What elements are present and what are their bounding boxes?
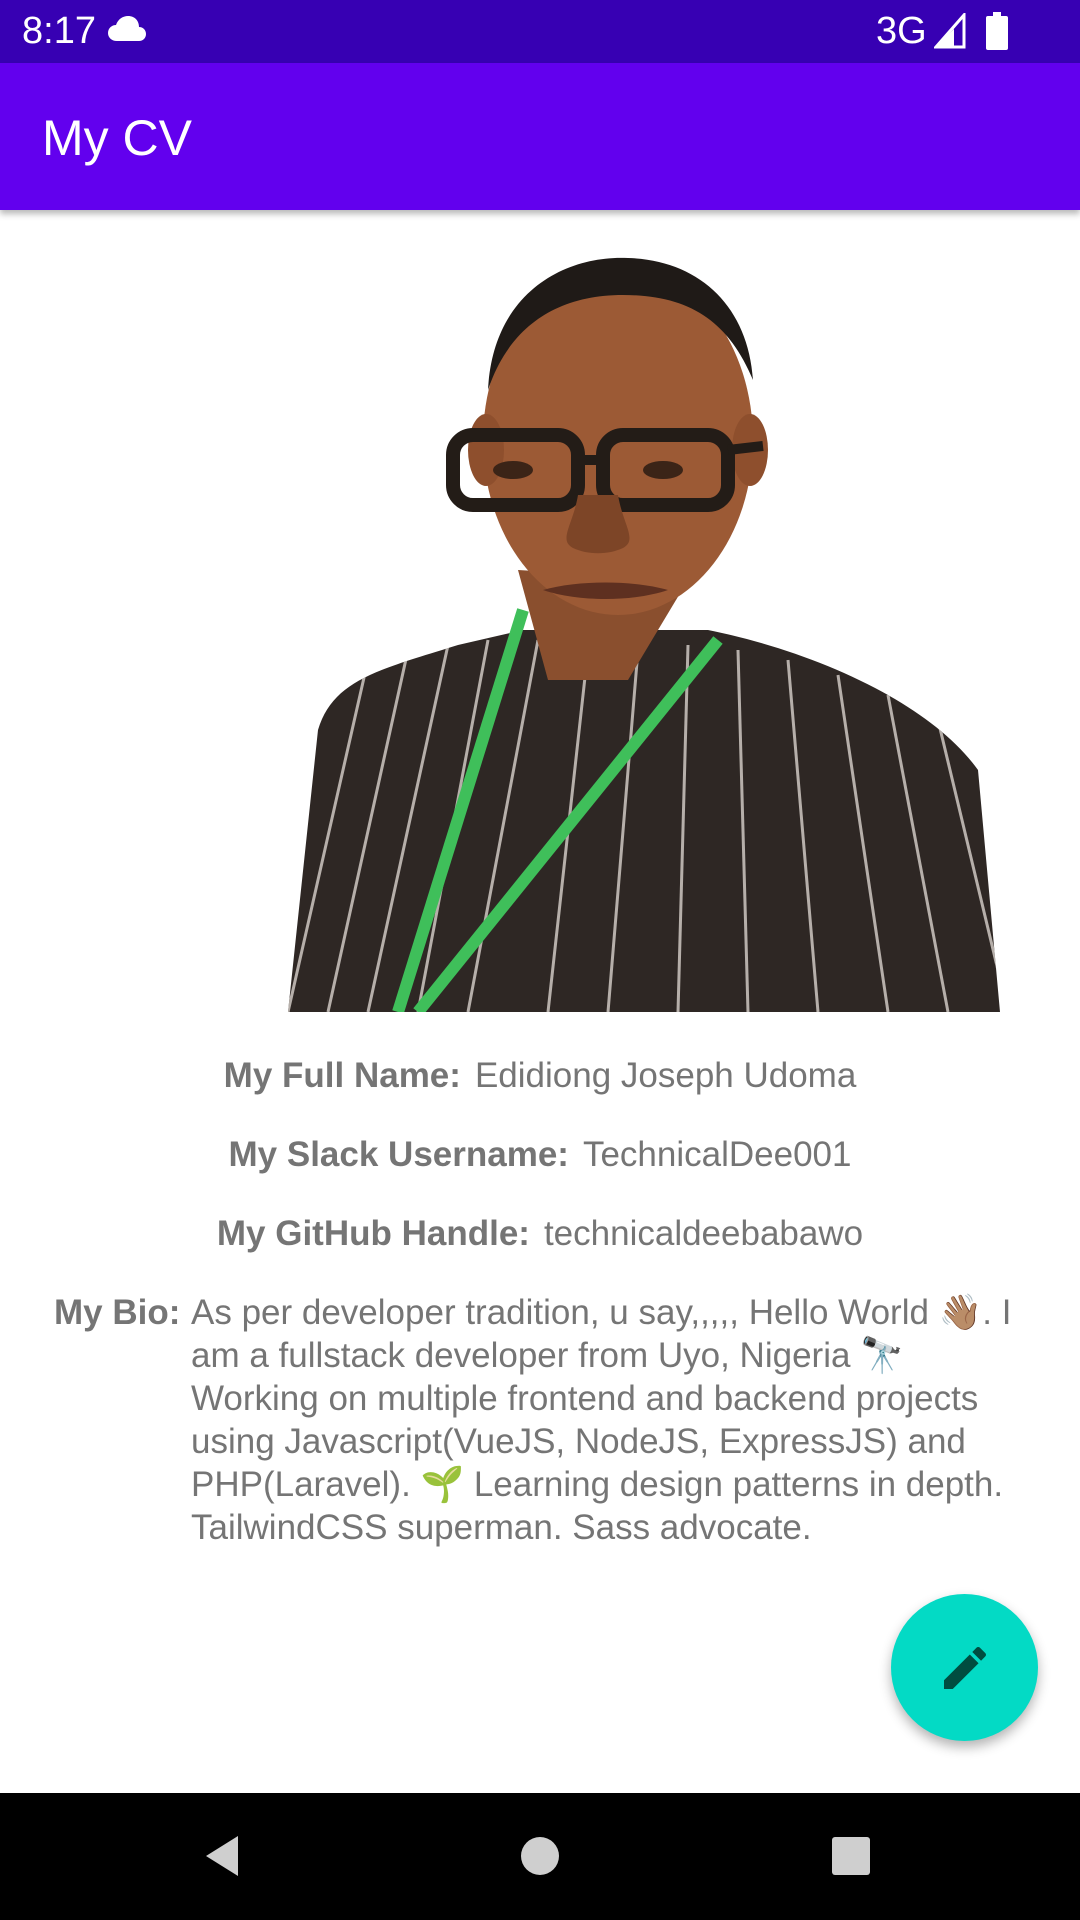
status-bar: 8:17 3G	[0, 0, 1080, 63]
signal-icon	[934, 13, 966, 49]
github-row: My GitHub Handle: technicaldeebabawo	[0, 1212, 1080, 1256]
github-label: My GitHub Handle:	[216, 1214, 530, 1253]
full-name-value: Edidiong Joseph Udoma	[474, 1056, 857, 1095]
app-title: My CV	[42, 110, 192, 166]
github-value: technicaldeebabawo	[543, 1214, 864, 1253]
navigation-bar	[0, 1793, 1080, 1920]
full-name-row: My Full Name: Edidiong Joseph Udoma	[0, 1054, 1080, 1098]
slack-row: My Slack Username: TechnicalDee001	[0, 1133, 1080, 1177]
slack-value: TechnicalDee001	[582, 1135, 852, 1174]
pencil-icon	[943, 1646, 986, 1689]
network-type: 3G	[876, 10, 927, 52]
status-time: 8:17	[22, 10, 96, 52]
back-icon[interactable]	[196, 1826, 256, 1886]
battery-icon	[986, 12, 1008, 50]
full-name-label: My Full Name:	[223, 1056, 461, 1095]
profile-photo	[288, 257, 1000, 1012]
slack-label: My Slack Username:	[228, 1135, 569, 1174]
cloud-icon	[108, 16, 146, 41]
app-bar: My CV	[0, 63, 1080, 210]
recents-icon[interactable]	[821, 1826, 881, 1886]
home-icon[interactable]	[510, 1826, 570, 1886]
edit-fab-button[interactable]	[891, 1594, 1038, 1741]
bio-text: As per developer tradition, u say,,,,, H…	[191, 1293, 1012, 1547]
bio-label: My Bio:	[54, 1293, 181, 1332]
